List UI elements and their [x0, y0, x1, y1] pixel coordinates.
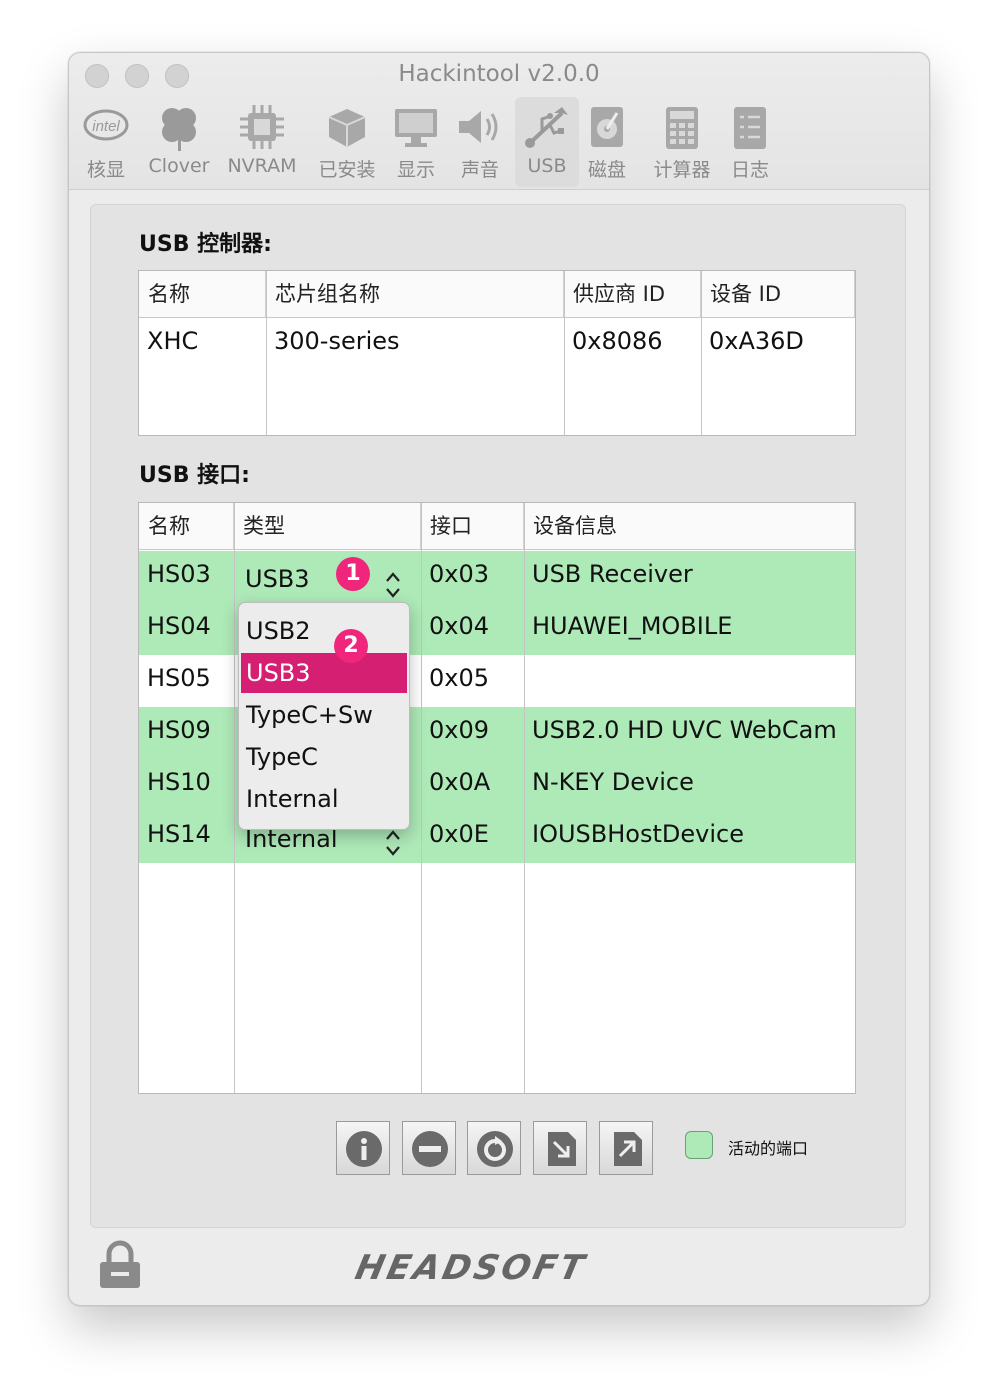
remove-button[interactable] — [402, 1121, 456, 1175]
port-name: HS10 — [147, 768, 211, 796]
port-device: N-KEY Device — [532, 768, 694, 796]
toolbar-item-sound[interactable]: 声音 — [451, 97, 509, 187]
export-button[interactable] — [599, 1121, 653, 1175]
port-name: HS04 — [147, 612, 211, 640]
info-button[interactable] — [336, 1121, 390, 1175]
port-device: USB Receiver — [532, 560, 693, 588]
clover-icon — [162, 108, 196, 151]
refresh-icon — [477, 1131, 513, 1167]
toolbar-item-disk[interactable]: 磁盘 — [581, 97, 633, 187]
headsoft-logo: HEADSOFT — [351, 1248, 591, 1288]
log-icon — [734, 107, 766, 149]
port-number: 0x05 — [429, 664, 490, 692]
port-number: 0x04 — [429, 612, 490, 640]
controllers-table[interactable]: 名称 芯片组名称 供应商 ID 设备 ID XHC 300-series 0x8… — [138, 270, 856, 436]
header-divider — [139, 317, 855, 318]
toolbar-item-igpu[interactable]: intel 核显 — [77, 97, 135, 187]
calculator-icon — [666, 107, 698, 149]
controller-name: XHC — [147, 327, 199, 355]
usb-icon — [525, 107, 568, 148]
svg-text:intel: intel — [92, 118, 120, 135]
chevron-updown-icon[interactable] — [384, 569, 402, 601]
menu-item-usb2[interactable]: USB2 — [241, 611, 407, 651]
port-number: 0x0A — [429, 768, 491, 796]
port-device: USB2.0 HD UVC WebCam — [532, 716, 837, 744]
column-header-type[interactable]: 类型 — [234, 503, 421, 549]
column-header-device-id[interactable]: 设备 ID — [701, 271, 855, 317]
column-header-port[interactable]: 接口 — [421, 503, 524, 549]
column-header-name[interactable]: 名称 — [139, 271, 266, 317]
active-port-legend: 活动的端口 — [728, 1139, 809, 1158]
port-name: HS14 — [147, 820, 211, 848]
info-icon — [346, 1131, 382, 1167]
table-row[interactable]: XHC 300-series 0x8086 0xA36D — [139, 321, 855, 373]
port-number: 0x09 — [429, 716, 490, 744]
window-title: Hackintool v2.0.0 — [398, 61, 600, 87]
active-port-swatch — [685, 1131, 713, 1159]
lock-icon[interactable] — [98, 1240, 142, 1290]
menu-item-usb3[interactable]: USB3 — [241, 653, 407, 693]
toolbar-item-display[interactable]: 显示 — [387, 97, 445, 187]
chip-icon — [240, 105, 284, 149]
port-name: HS03 — [147, 560, 211, 588]
toolbar-item-calculator[interactable]: 计算器 — [647, 97, 717, 187]
import-icon — [548, 1132, 576, 1166]
menu-item-typec[interactable]: TypeC — [241, 737, 407, 777]
controller-vendor-id: 0x8086 — [572, 327, 663, 355]
port-number: 0x03 — [429, 560, 490, 588]
port-device: IOUSBHostDevice — [532, 820, 744, 848]
toolbar-item-clover[interactable]: Clover — [145, 97, 213, 187]
column-divider — [234, 503, 235, 1093]
column-header-vendor-id[interactable]: 供应商 ID — [564, 271, 701, 317]
column-divider — [421, 503, 422, 1093]
remove-icon — [412, 1131, 448, 1167]
package-icon — [328, 109, 366, 147]
step-badge-2: 2 — [334, 629, 368, 663]
port-name: HS09 — [147, 716, 211, 744]
port-number: 0x0E — [429, 820, 489, 848]
toolbar-item-log[interactable]: 日志 — [725, 97, 775, 187]
menu-item-internal[interactable]: Internal — [241, 779, 407, 819]
port-type[interactable]: USB3 — [237, 565, 310, 593]
header-divider — [139, 549, 855, 550]
controller-device-id: 0xA36D — [709, 327, 804, 355]
column-header-chipset[interactable]: 芯片组名称 — [266, 271, 564, 317]
port-name: HS05 — [147, 664, 211, 692]
monitor-icon — [395, 109, 437, 147]
disk-icon — [591, 107, 623, 147]
step-badge-1: 1 — [336, 557, 370, 591]
controllers-section-title: USB 控制器: — [139, 232, 272, 257]
table-row[interactable]: HS03 USB3 0x03 USB Receiver — [139, 551, 855, 603]
column-header-name[interactable]: 名称 — [139, 503, 234, 549]
port-device: HUAWEI_MOBILE — [532, 612, 733, 640]
column-header-device-info[interactable]: 设备信息 — [524, 503, 855, 549]
column-divider — [524, 503, 525, 1093]
intel-icon: intel — [83, 109, 129, 141]
chevron-updown-icon[interactable] — [384, 827, 402, 859]
menu-item-typec-sw[interactable]: TypeC+Sw — [241, 695, 407, 735]
speaker-icon — [459, 111, 498, 143]
ports-section-title: USB 接口: — [139, 463, 250, 488]
refresh-button[interactable] — [467, 1121, 521, 1175]
export-icon — [614, 1132, 642, 1166]
type-dropdown-menu[interactable]: USB2 USB3 TypeC+Sw TypeC Internal — [238, 602, 410, 830]
toolbar-item-usb[interactable]: USB — [515, 97, 579, 187]
controller-chipset: 300-series — [274, 327, 400, 355]
titlebar: Hackintool v2.0.0 intel 核显 Clover NVRAM … — [69, 53, 929, 190]
toolbar-item-installed[interactable]: 已安装 — [313, 97, 381, 187]
import-button[interactable] — [533, 1121, 587, 1175]
toolbar-item-nvram[interactable]: NVRAM — [223, 97, 301, 187]
